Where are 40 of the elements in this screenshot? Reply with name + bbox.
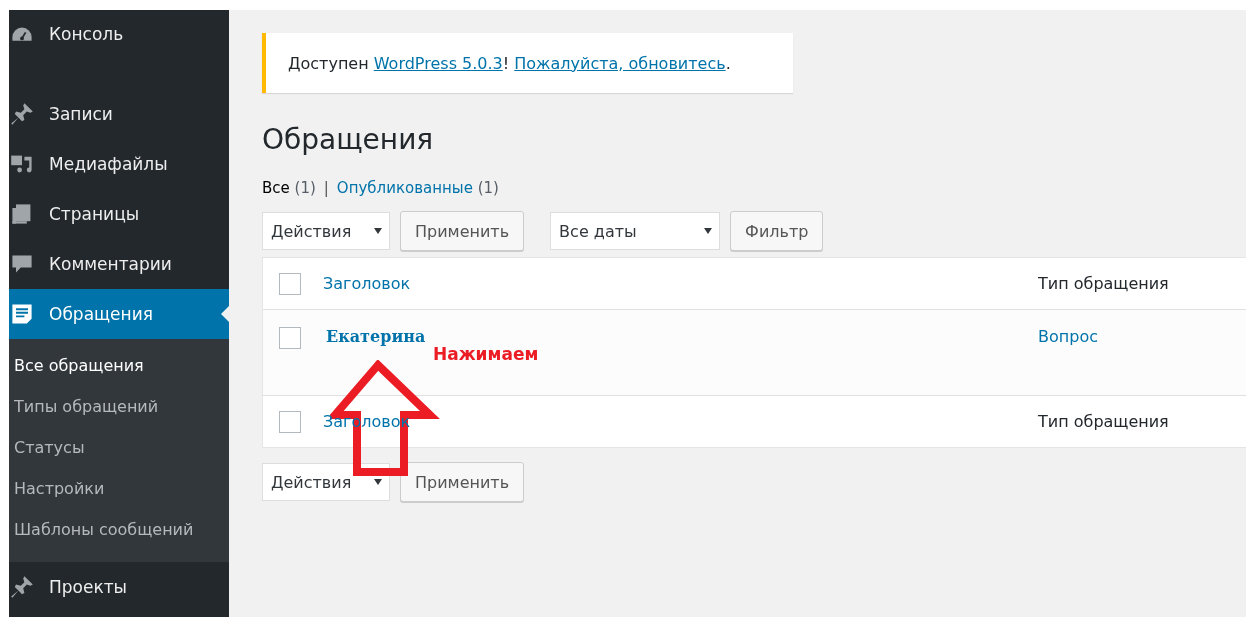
annotation-text: Нажимаем [433, 344, 539, 364]
menu-item[interactable]: Комментарии [9, 239, 229, 289]
menu-item[interactable]: Проекты [9, 562, 229, 612]
column-header: Тип обращения [1038, 274, 1169, 293]
menu-item[interactable]: Обращения [9, 289, 229, 339]
pin-icon [9, 575, 35, 599]
page-title: Обращения [262, 123, 435, 158]
notice-link[interactable]: WordPress 5.0.3 [373, 53, 503, 73]
separator: | [323, 179, 329, 199]
submenu-item[interactable]: Шаблоны сообщений [9, 509, 229, 550]
submenu-item[interactable]: Все обращения [9, 345, 229, 386]
menu-item[interactable]: Страницы [9, 189, 229, 239]
view-link[interactable]: Опубликованные (1) [336, 179, 499, 201]
submenu-item[interactable]: Типы обращений [9, 386, 229, 427]
caret-icon [703, 227, 714, 235]
date-select[interactable]: Все даты [550, 212, 721, 250]
filter-button[interactable]: Фильтр [730, 211, 824, 251]
menu-item[interactable]: Консоль [9, 24, 229, 58]
notice-link[interactable]: Пожалуйста, обновитесь [514, 53, 726, 73]
submenu-item[interactable]: Настройки [9, 468, 229, 509]
bulk-action-select[interactable]: Действия [262, 212, 390, 250]
checkbox[interactable] [279, 327, 301, 349]
pin-icon [9, 102, 35, 126]
submenu-item[interactable]: Статусы [9, 427, 229, 468]
checkbox[interactable] [279, 410, 301, 433]
notice-text: Доступен WordPress 5.0.3! Пожалуйста, обновитесь. [288, 53, 731, 73]
checkbox[interactable] [279, 272, 301, 295]
caret-icon [373, 227, 383, 235]
apply-button[interactable]: Применить [400, 462, 525, 502]
column-header[interactable]: Заголовок [323, 274, 1038, 293]
menu-item[interactable]: Записи [9, 89, 229, 139]
view-link[interactable]: Все (1) [262, 179, 316, 201]
menu-item[interactable]: Медиафайлы [9, 139, 229, 189]
column-header: Тип обращения [1038, 412, 1169, 431]
row-title-link[interactable]: Екатерина [326, 327, 1038, 346]
apply-button[interactable]: Применить [400, 211, 525, 251]
caret-icon [373, 478, 383, 486]
type-link[interactable]: Вопрос [1038, 327, 1098, 346]
bulk-action-select[interactable]: Действия [262, 463, 390, 501]
list-icon [9, 302, 35, 326]
